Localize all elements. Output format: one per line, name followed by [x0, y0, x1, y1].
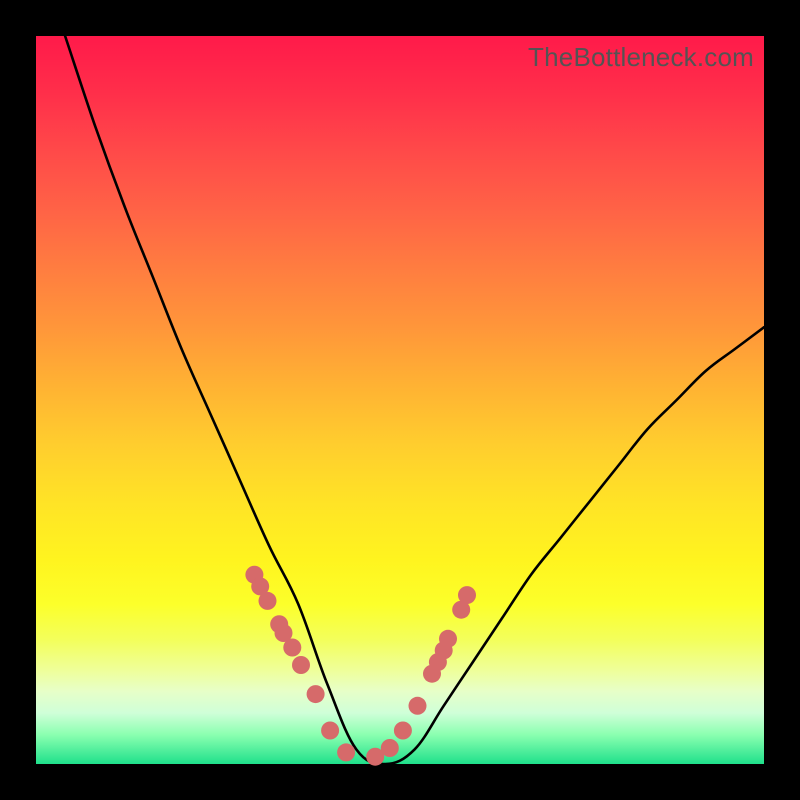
data-point-dot [337, 743, 355, 761]
data-point-dot [283, 639, 301, 657]
data-point-dot [439, 630, 457, 648]
data-point-dot [259, 592, 277, 610]
chart-plot-area: TheBottleneck.com [36, 36, 764, 764]
data-point-dot [307, 685, 325, 703]
chart-frame: TheBottleneck.com [0, 0, 800, 800]
data-point-dot [458, 586, 476, 604]
data-point-dot [321, 722, 339, 740]
bottleneck-curve [36, 36, 764, 764]
data-point-dot [381, 739, 399, 757]
data-point-dot [409, 697, 427, 715]
data-point-dot [394, 722, 412, 740]
data-point-dot [292, 656, 310, 674]
